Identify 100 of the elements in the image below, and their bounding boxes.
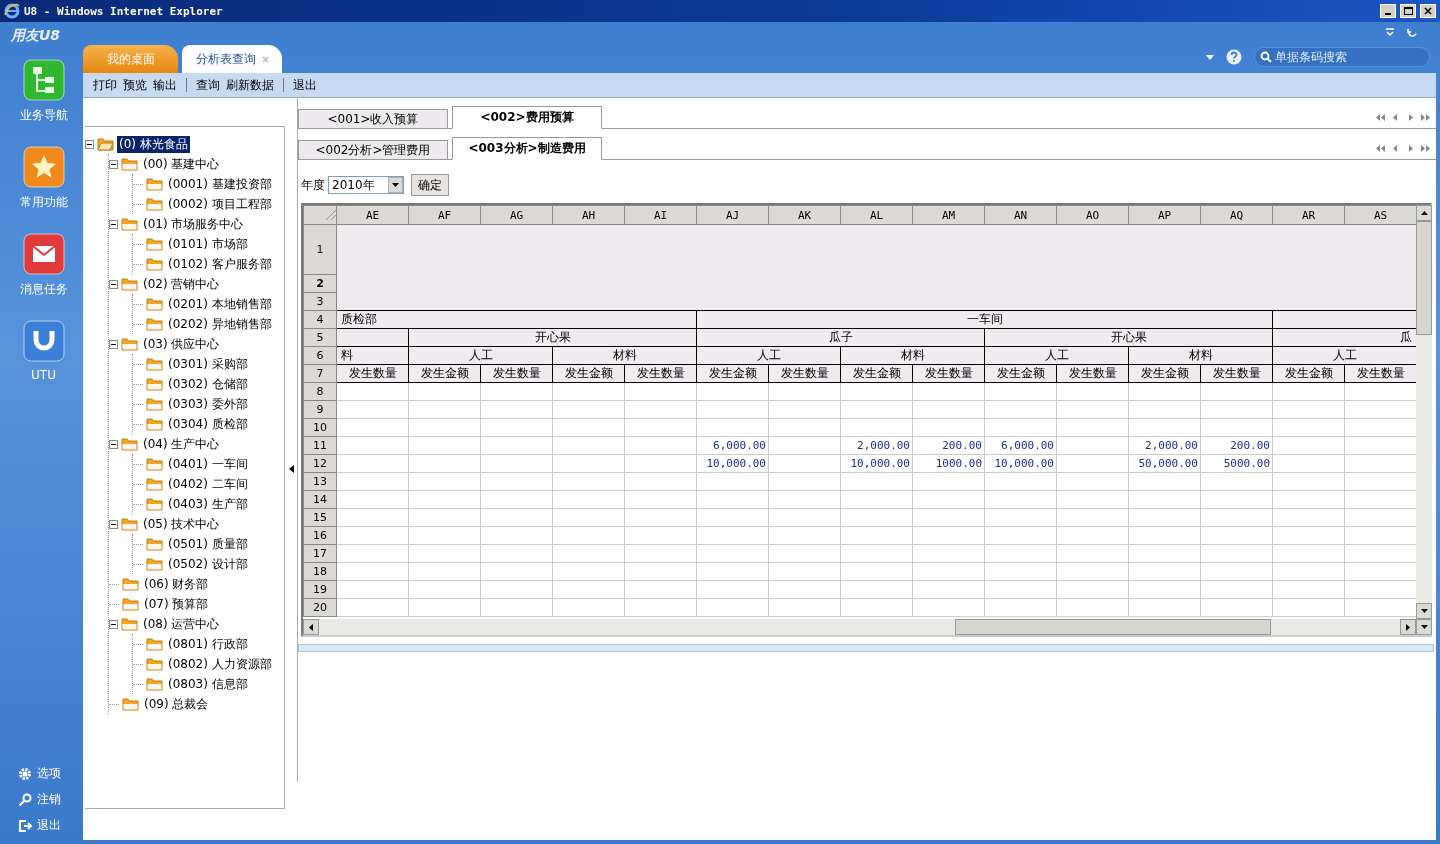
tree-item[interactable]: (0201) 本地销售部	[166, 295, 274, 313]
close-button[interactable]	[1420, 4, 1436, 18]
year-select[interactable]: 2010年	[328, 176, 404, 194]
nav-label[interactable]: 常用功能	[19, 194, 68, 211]
nav-link[interactable]: 选项	[37, 765, 61, 782]
collapse-toggle-icon[interactable]	[109, 219, 118, 229]
next-page-icon[interactable]	[1406, 144, 1415, 153]
column-header[interactable]: AO	[1056, 205, 1129, 225]
collapse-toggle-icon[interactable]	[109, 159, 118, 169]
collapse-toggle-icon[interactable]	[109, 519, 118, 529]
column-header[interactable]: AS	[1344, 205, 1416, 225]
toolbar-button[interactable]: 查询	[196, 76, 220, 94]
tree-item[interactable]: (0002) 项目工程部	[166, 195, 274, 213]
tree-item[interactable]: (0501) 质量部	[166, 535, 250, 553]
nav-link[interactable]: 注销	[37, 791, 61, 808]
folder-tree-icon[interactable]	[22, 59, 65, 101]
tree-item[interactable]: (04) 生产中心	[141, 435, 222, 453]
prev-page-icon[interactable]	[1391, 144, 1400, 153]
exit-icon[interactable]	[18, 818, 32, 833]
confirm-button[interactable]: 确定	[411, 174, 449, 196]
column-header[interactable]: AP	[1128, 205, 1201, 225]
report-tab[interactable]: <002分析>管理费用	[298, 140, 448, 159]
tree-item[interactable]: (0202) 异地销售部	[166, 315, 274, 333]
tree-item[interactable]: (03) 供应中心	[141, 335, 222, 353]
column-header[interactable]: AL	[840, 205, 913, 225]
collapse-toggle-icon[interactable]	[85, 139, 94, 149]
refresh-icon[interactable]	[1407, 27, 1418, 39]
select-all-corner[interactable]	[303, 205, 337, 225]
tree-item[interactable]: (0402) 二车间	[166, 475, 250, 493]
tree-item[interactable]: (0401) 一车间	[166, 455, 250, 473]
tree-item[interactable]: (07) 预算部	[142, 595, 211, 613]
column-header[interactable]: AE	[336, 205, 409, 225]
tree-item[interactable]: (0101) 市场部	[166, 235, 250, 253]
horizontal-scrollbar[interactable]	[303, 619, 1432, 635]
column-header[interactable]: AN	[984, 205, 1057, 225]
search-field[interactable]: 单据条码搜索	[1254, 47, 1430, 67]
scroll-down-icon[interactable]	[1420, 625, 1428, 629]
toolbar-button[interactable]: 刷新数据	[226, 76, 274, 94]
maximize-button[interactable]	[1400, 4, 1416, 18]
column-header[interactable]: AK	[768, 205, 841, 225]
tree-item[interactable]: (0001) 基建投资部	[166, 175, 274, 193]
tree-item[interactable]: (09) 总裁会	[142, 695, 211, 713]
first-page-icon[interactable]	[1376, 144, 1385, 153]
collapse-toggle-icon[interactable]	[109, 279, 118, 289]
column-header[interactable]: AJ	[696, 205, 769, 225]
column-header[interactable]: AH	[552, 205, 625, 225]
column-header[interactable]: AQ	[1200, 205, 1273, 225]
column-header[interactable]: AR	[1272, 205, 1345, 225]
scroll-up-icon[interactable]	[1420, 211, 1428, 215]
row-number[interactable]: 1	[303, 224, 337, 275]
tree-item[interactable]: (0303) 委外部	[166, 395, 250, 413]
collapse-toggle-icon[interactable]	[109, 619, 118, 629]
u-logo-icon[interactable]	[22, 320, 65, 362]
tree-item[interactable]: (02) 营销中心	[141, 275, 222, 293]
report-tab[interactable]: <003分析>制造费用	[452, 137, 602, 160]
scroll-down-icon[interactable]	[1420, 609, 1428, 613]
tree-item[interactable]: (0801) 行政部	[166, 635, 250, 653]
toolbar-button[interactable]: 打印	[93, 76, 117, 94]
column-header[interactable]: AI	[624, 205, 697, 225]
toolbar-button[interactable]: 输出	[153, 76, 177, 94]
page-tab[interactable]: 分析表查询	[182, 45, 282, 73]
collapse-toggle-icon[interactable]	[109, 439, 118, 449]
report-tab[interactable]: <001>收入预算	[298, 109, 448, 128]
toolbar-button[interactable]: 退出	[293, 76, 317, 94]
last-page-icon[interactable]	[1421, 144, 1430, 153]
tree-item[interactable]: (0502) 设计部	[166, 555, 250, 573]
scroll-left-icon[interactable]	[309, 623, 313, 631]
tree-item[interactable]: (00) 基建中心	[141, 155, 222, 173]
dropdown-caret-icon[interactable]	[1206, 54, 1214, 60]
tree-item[interactable]: (0403) 生产部	[166, 495, 250, 513]
column-header[interactable]: AG	[480, 205, 553, 225]
column-header[interactable]: AM	[912, 205, 985, 225]
collapse-toggle-icon[interactable]	[109, 339, 118, 349]
collapse-icon[interactable]	[1385, 28, 1395, 38]
column-header[interactable]: AF	[408, 205, 481, 225]
nav-link[interactable]: 退出	[37, 817, 61, 834]
nav-label[interactable]: 业务导航	[19, 107, 68, 124]
tree-item[interactable]: (01) 市场服务中心	[141, 215, 246, 233]
tree-item[interactable]: (05) 技术中心	[141, 515, 222, 533]
tree-item[interactable]: (0) 林光食品	[117, 135, 190, 153]
envelope-icon[interactable]	[22, 233, 65, 275]
first-page-icon[interactable]	[1376, 113, 1385, 122]
tree-item[interactable]: (08) 运营中心	[141, 615, 222, 633]
dropdown-arrow-icon[interactable]	[388, 177, 403, 193]
last-page-icon[interactable]	[1421, 113, 1430, 122]
vertical-scrollbar[interactable]	[1416, 205, 1432, 619]
prev-page-icon[interactable]	[1391, 113, 1400, 122]
tree-item[interactable]: (0301) 采购部	[166, 355, 250, 373]
tree-item[interactable]: (0803) 信息部	[166, 675, 250, 693]
collapse-left-icon[interactable]	[288, 465, 294, 473]
tree-item[interactable]: (0304) 质检部	[166, 415, 250, 433]
scroll-right-icon[interactable]	[1406, 623, 1410, 631]
gear-icon[interactable]	[18, 766, 32, 781]
tree-item[interactable]: (06) 财务部	[142, 575, 211, 593]
key-icon[interactable]	[18, 792, 32, 807]
help-icon[interactable]	[1226, 49, 1242, 65]
next-page-icon[interactable]	[1406, 113, 1415, 122]
tree-item[interactable]: (0802) 人力资源部	[166, 655, 274, 673]
tree-item[interactable]: (0302) 仓储部	[166, 375, 250, 393]
report-tab[interactable]: <002>费用预算	[452, 106, 602, 129]
